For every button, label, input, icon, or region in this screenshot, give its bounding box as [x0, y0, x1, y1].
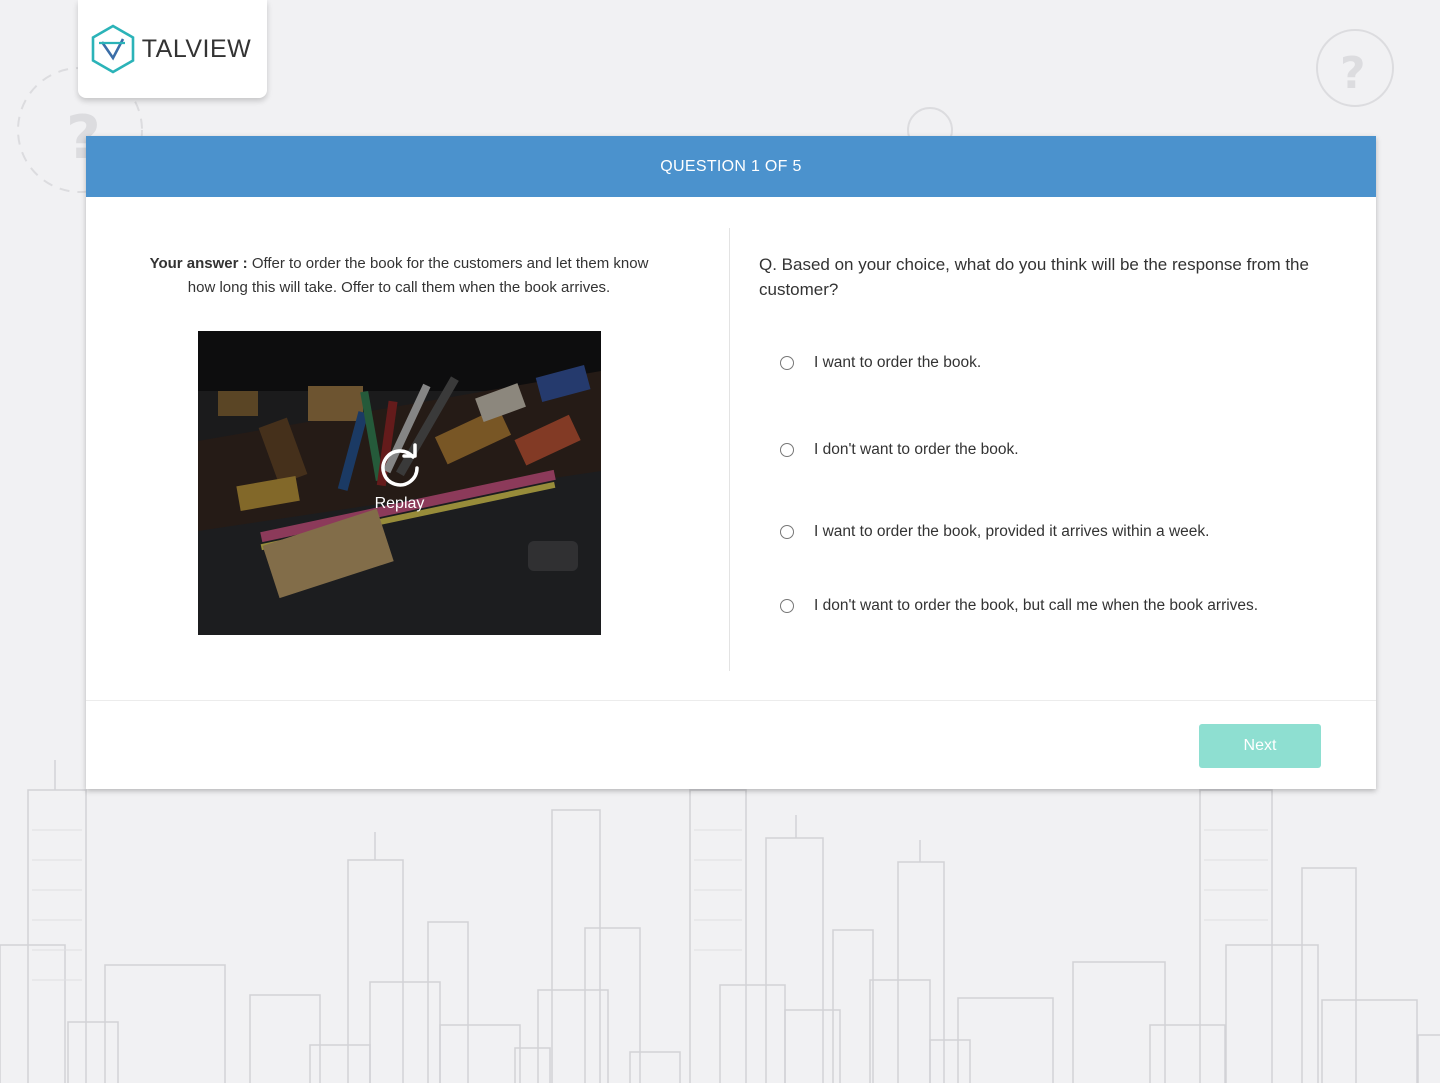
question-card: QUESTION 1 OF 5 Your answer : Offer to o…	[86, 136, 1376, 789]
replay-icon	[380, 443, 419, 487]
option-2-radio[interactable]	[780, 443, 794, 457]
logo-card: TALVIEW	[78, 0, 267, 98]
option-3-label[interactable]: I want to order the book, provided it ar…	[814, 523, 1209, 541]
question-counter: QUESTION 1 OF 5	[660, 157, 802, 175]
option-4-label[interactable]: I don't want to order the book, but call…	[814, 597, 1258, 615]
option-1-radio[interactable]	[780, 356, 794, 370]
option-4-radio[interactable]	[780, 599, 794, 613]
option-1-label[interactable]: I want to order the book.	[814, 354, 981, 372]
footer-divider	[86, 700, 1376, 701]
replay-button[interactable]: Replay	[198, 443, 601, 513]
svg-text:?: ?	[1340, 48, 1366, 99]
talview-logo-icon	[91, 24, 135, 74]
brand-logo: TALVIEW	[90, 24, 252, 74]
option-3[interactable]: I want to order the book, provided it ar…	[780, 523, 1209, 541]
answer-pane: Your answer : Offer to order the book fo…	[86, 197, 730, 709]
replay-label: Replay	[374, 495, 425, 512]
option-3-radio[interactable]	[780, 525, 794, 539]
brand-name: TALVIEW	[141, 34, 252, 63]
question-pane: Q. Based on your choice, what do you thi…	[759, 197, 1339, 709]
next-button[interactable]: Next	[1199, 724, 1321, 768]
your-answer: Your answer : Offer to order the book fo…	[146, 252, 652, 300]
your-answer-text: Offer to order the book for the customer…	[187, 255, 649, 296]
option-4[interactable]: I don't want to order the book, but call…	[780, 597, 1258, 615]
video-player[interactable]: Replay	[198, 331, 601, 635]
question-text: Q. Based on your choice, what do you thi…	[759, 255, 1309, 299]
option-2[interactable]: I don't want to order the book.	[780, 441, 1019, 459]
pane-divider	[729, 228, 730, 671]
option-2-label[interactable]: I don't want to order the book.	[814, 441, 1019, 459]
option-1[interactable]: I want to order the book.	[780, 354, 981, 372]
your-answer-label: Your answer :	[149, 255, 248, 272]
question-header: QUESTION 1 OF 5	[86, 136, 1376, 197]
